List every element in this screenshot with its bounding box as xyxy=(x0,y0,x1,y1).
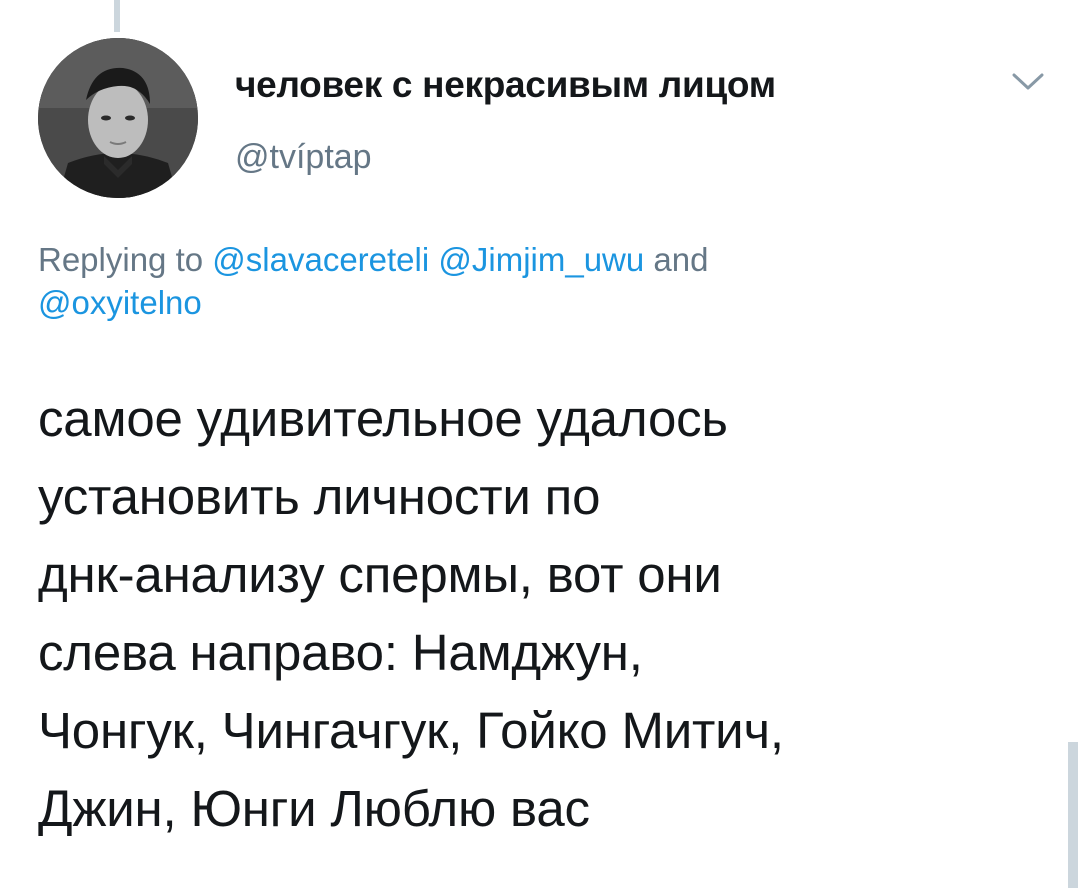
thread-connector-line xyxy=(114,0,120,32)
tweet-text-line: слева направо: Намджун, xyxy=(38,624,643,681)
avatar-photo xyxy=(38,38,198,198)
mention-link[interactable]: @oxyitelno xyxy=(38,284,202,321)
author-handle[interactable]: @tvíptap xyxy=(235,138,372,177)
replying-to-line: Replying to @slavacereteli @Jimjim_uwu a… xyxy=(38,238,1038,324)
replying-to-label: Replying to xyxy=(38,241,204,278)
avatar[interactable] xyxy=(38,38,198,198)
scrollbar-thumb[interactable] xyxy=(1068,742,1078,888)
tweet-text-line: установить личности по xyxy=(38,468,601,525)
chevron-down-icon[interactable] xyxy=(1008,66,1048,96)
tweet-text-line: днк-анализу спермы, вот они xyxy=(38,546,722,603)
replying-to-conjunction: and xyxy=(653,241,709,278)
tweet-text-line: Джин, Юнги Люблю вас xyxy=(38,780,590,837)
tweet-text-line: Чонгук, Чингачгук, Гойко Митич, xyxy=(38,702,784,759)
tweet-text-line: самое удивительное удалось xyxy=(38,390,728,447)
mention-link[interactable]: @Jimjim_uwu xyxy=(438,241,644,278)
author-display-name[interactable]: человек с некрасивым лицом xyxy=(235,64,776,106)
tweet-text: самое удивительное удалось установить ли… xyxy=(38,380,1048,848)
mention-link[interactable]: @slavacereteli xyxy=(212,241,429,278)
